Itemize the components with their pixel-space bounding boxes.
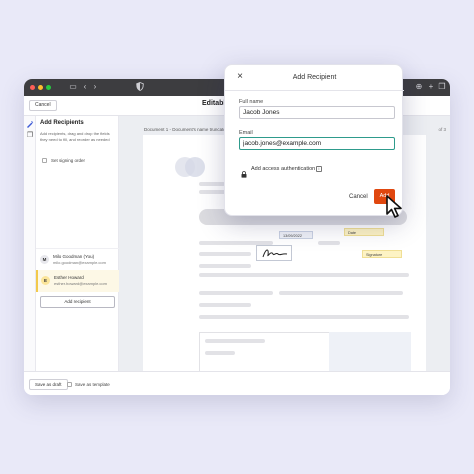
signing-order-label: Set signing order: [51, 158, 86, 163]
sidebar-title: Add Recipients: [40, 120, 84, 126]
placeholder-logo: [185, 157, 205, 177]
recipient-name: Esther Howard: [54, 275, 84, 280]
page-title: Editabl: [202, 100, 226, 107]
full-name-label: Full name: [239, 99, 264, 105]
back-icon[interactable]: ‹: [80, 82, 90, 92]
left-rail: ❐: [24, 116, 36, 371]
avatar: E: [41, 276, 50, 285]
download-icon[interactable]: ⊕: [414, 82, 424, 92]
text-placeholder: [205, 351, 235, 355]
save-template-label: Save as template: [75, 382, 110, 387]
email-label: Email: [239, 130, 253, 136]
text-placeholder: [199, 291, 273, 295]
recipient-email: milo.goodman@example.com: [53, 260, 106, 265]
document-name: Document 1 - Document's name truncate: [144, 127, 226, 132]
text-placeholder: [199, 252, 251, 256]
text-placeholder: [318, 241, 340, 245]
close-window-dot[interactable]: [30, 85, 35, 90]
editor-footer: Save as draft Save as template: [24, 371, 450, 395]
add-tab-icon[interactable]: +: [426, 82, 436, 92]
lock-icon: [241, 165, 247, 178]
recipient-item[interactable]: M Milo Goodman (You) milo.goodman@exampl…: [36, 248, 119, 270]
sidebar-description: Add recipients, drag and drop the fields…: [40, 131, 110, 142]
shield-icon: [135, 82, 145, 92]
avatar: M: [40, 255, 49, 264]
pages-icon[interactable]: ❐: [26, 132, 34, 140]
zoom-window-dot[interactable]: [46, 85, 51, 90]
minimize-window-dot[interactable]: [38, 85, 43, 90]
text-placeholder: [205, 339, 265, 343]
cursor-icon: [386, 195, 402, 218]
save-template-checkbox[interactable]: [67, 382, 72, 387]
signature-field[interactable]: [256, 245, 292, 261]
signature-icon: [262, 249, 288, 258]
text-placeholder: [199, 264, 251, 268]
recipients-icon[interactable]: [26, 120, 34, 128]
date-value-field[interactable]: 13/09/2022: [279, 231, 313, 239]
info-icon[interactable]: i: [316, 166, 322, 172]
cancel-button[interactable]: Cancel: [29, 100, 57, 111]
tabs-icon[interactable]: ❐: [437, 82, 447, 92]
full-name-input[interactable]: [239, 106, 395, 119]
forward-icon[interactable]: ›: [90, 82, 100, 92]
add-recipient-modal: Add Recipient × Full name Email Add acce…: [224, 64, 404, 216]
text-placeholder: [199, 273, 409, 277]
sidebar-toggle-icon[interactable]: ▭: [68, 82, 78, 92]
text-placeholder: [279, 291, 403, 295]
access-auth-label[interactable]: Add access authentication: [251, 166, 315, 172]
text-placeholder: [199, 315, 409, 319]
modal-header: Add Recipient ×: [225, 65, 404, 91]
table-column-placeholder: [329, 332, 411, 371]
email-input[interactable]: [239, 137, 395, 150]
save-draft-button[interactable]: Save as draft: [29, 379, 68, 390]
text-placeholder: [199, 182, 225, 186]
recipients-sidebar: Add Recipients Add recipients, drag and …: [36, 116, 119, 371]
close-icon[interactable]: ×: [235, 72, 245, 82]
signing-order-checkbox[interactable]: [42, 158, 47, 163]
modal-cancel-button[interactable]: Cancel: [349, 194, 368, 200]
page-indicator: of 3: [438, 127, 446, 132]
recipient-email: esther.howard@example.com: [54, 281, 107, 286]
text-placeholder: [199, 303, 251, 307]
recipient-item[interactable]: E Esther Howard esther.howard@example.co…: [36, 270, 119, 292]
modal-title: Add Recipient: [292, 74, 337, 81]
add-recipient-button[interactable]: Add recipient: [40, 296, 115, 308]
recipient-name: Milo Goodman (You): [53, 254, 95, 259]
date-field[interactable]: Date: [344, 228, 384, 236]
signature-placeholder-field[interactable]: Signature: [362, 250, 402, 258]
